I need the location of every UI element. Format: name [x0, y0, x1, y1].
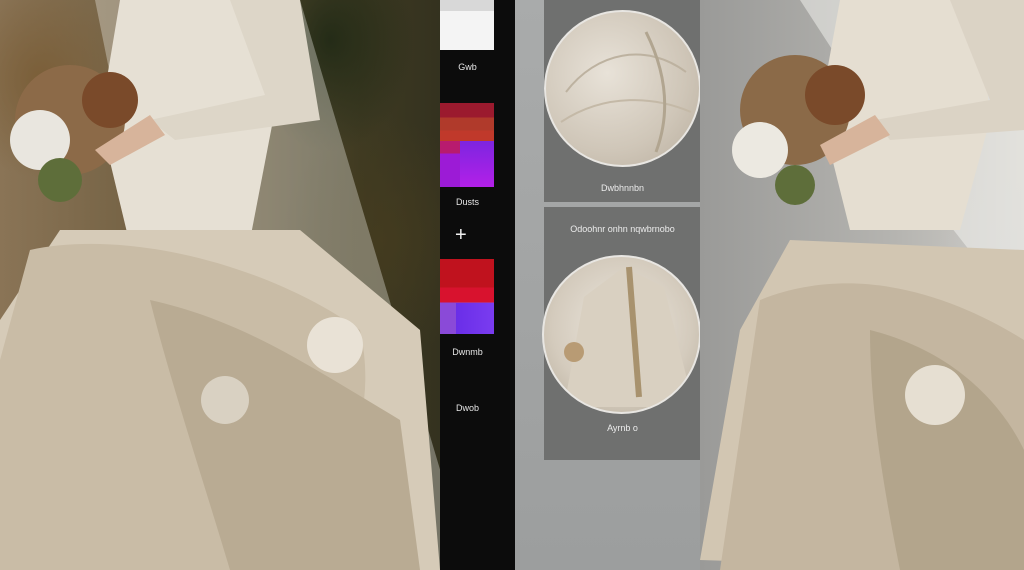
sleeve-detail-image	[542, 255, 701, 414]
detail-card-fabric-label: Dwbhnnbn	[600, 183, 645, 193]
bride-dress-illustration-left	[0, 0, 470, 570]
color-swatch-group-1[interactable]	[440, 103, 494, 187]
swatch-label-top: Gwb	[458, 62, 477, 72]
detail-card-sleeve-header: Odoohnr onhn nqwbrnobo	[570, 224, 675, 234]
photo-bride-left	[0, 0, 515, 570]
detail-card-fabric[interactable]: Dwbhnnbn	[544, 0, 701, 202]
plus-icon: +	[455, 224, 467, 246]
swatch-label-group-1: Dusts	[455, 197, 479, 207]
color-swatch-white[interactable]	[440, 0, 494, 50]
detail-card-sleeve[interactable]: Ayrnb o	[542, 207, 701, 460]
swatch-label-group-2b: Dwob	[455, 403, 479, 413]
color-swatch-group-2[interactable]	[440, 259, 494, 334]
photo-bride-right	[700, 0, 1024, 570]
fabric-detail-image	[544, 10, 701, 167]
detail-card-sleeve-label: Ayrnb o	[607, 423, 638, 433]
swatch-label-group-2a: Dwnmb	[452, 347, 483, 357]
bride-dress-illustration-right	[700, 0, 1024, 570]
